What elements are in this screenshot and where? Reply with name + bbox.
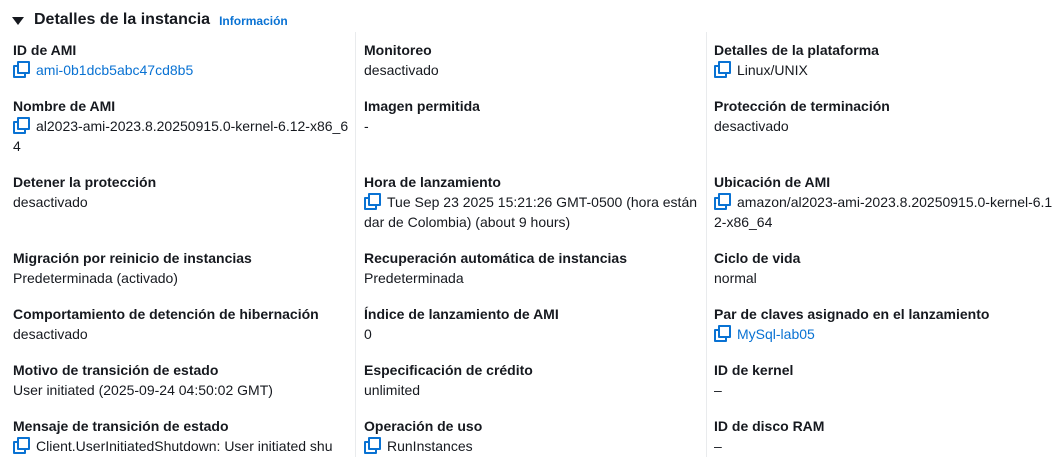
copy-icon[interactable] [364, 193, 381, 210]
field-value: 0 [364, 326, 372, 342]
field-label: Migración por reinicio de instancias [13, 250, 252, 266]
field-value[interactable]: MySql-lab05 [714, 324, 1054, 344]
usage-operation-field: Operación de uso RunInstances [364, 416, 698, 456]
platform-details-field: Detalles de la plataforma Linux/UNIX [714, 40, 1054, 80]
field-value: – [714, 438, 722, 454]
kernel-id-field: ID de kernel – [714, 360, 1054, 400]
platform-value: Linux/UNIX [737, 62, 808, 78]
field-label: Detener la protección [13, 174, 157, 190]
stop-protection-field: Detener la protección desactivado [13, 172, 353, 212]
field-value: Tue Sep 23 2025 15:21:26 GMT-0500 (hora … [364, 192, 698, 232]
lifecycle-field: Ciclo de vida normal [714, 248, 1054, 288]
usage-operation-value: RunInstances [387, 438, 473, 454]
auto-recovery-field: Recuperación automática de instancias Pr… [364, 248, 698, 288]
field-label: Par de claves asignado en el lanzamiento [714, 306, 990, 322]
ami-location-field: Ubicación de AMI amazon/al2023-ami-2023.… [714, 172, 1054, 232]
state-transition-reason-field: Motivo de transición de estado User init… [13, 360, 353, 400]
hibernation-behavior-field: Comportamiento de detención de hibernaci… [13, 304, 353, 344]
field-value: desactivado [714, 118, 789, 134]
copy-icon[interactable] [714, 193, 731, 210]
reboot-migration-field: Migración por reinicio de instancias Pre… [13, 248, 353, 288]
copy-icon[interactable] [13, 61, 30, 78]
copy-icon[interactable] [13, 437, 30, 454]
copy-icon[interactable] [13, 117, 30, 134]
state-transition-message-field: Mensaje de transición de estado Client.U… [13, 416, 353, 456]
field-label: ID de AMI [13, 42, 77, 58]
ramdisk-id-field: ID de disco RAM – [714, 416, 1054, 456]
field-value: User initiated (2025-09-24 04:50:02 GMT) [13, 382, 273, 398]
ami-name-field: Nombre de AMI al2023-ami-2023.8.20250915… [13, 96, 353, 156]
copy-icon[interactable] [714, 61, 731, 78]
caret-down-icon[interactable] [12, 16, 24, 25]
field-value: desactivado [364, 62, 439, 78]
field-value: - [364, 118, 369, 134]
key-pair-link[interactable]: MySql-lab05 [737, 326, 815, 342]
field-value: normal [714, 270, 757, 286]
credit-specification-field: Especificación de crédito unlimited [364, 360, 698, 400]
ami-location-value: amazon/al2023-ami-2023.8.20250915.0-kern… [714, 194, 1053, 230]
ami-id-link[interactable]: ami-0b1dcb5abc47cd8b5 [36, 62, 193, 78]
state-message-value: Client.UserInitiatedShutdown: User initi… [36, 438, 333, 454]
field-value: al2023-ami-2023.8.20250915.0-kernel-6.12… [13, 116, 353, 156]
field-label: ID de disco RAM [714, 418, 825, 434]
field-label: Hora de lanzamiento [364, 174, 501, 190]
field-label: Comportamiento de detención de hibernaci… [13, 306, 319, 322]
field-value[interactable]: ami-0b1dcb5abc47cd8b5 [13, 60, 353, 80]
field-label: ID de kernel [714, 362, 794, 378]
ami-launch-index-field: Índice de lanzamiento de AMI 0 [364, 304, 698, 344]
field-value: amazon/al2023-ami-2023.8.20250915.0-kern… [714, 192, 1054, 232]
field-label: Nombre de AMI [13, 98, 116, 114]
field-label: Monitoreo [364, 42, 432, 58]
field-value: – [714, 382, 722, 398]
field-label: Detalles de la plataforma [714, 42, 879, 58]
field-value: Predeterminada (activado) [13, 270, 178, 286]
column-divider [706, 32, 707, 457]
column-divider [355, 32, 356, 457]
field-label: Ubicación de AMI [714, 174, 831, 190]
field-value: Client.UserInitiatedShutdown: User initi… [13, 436, 353, 456]
monitoring-field: Monitoreo desactivado [364, 40, 698, 80]
field-label: Recuperación automática de instancias [364, 250, 627, 266]
field-value: RunInstances [364, 436, 698, 456]
field-value: Predeterminada [364, 270, 464, 286]
launch-time-field: Hora de lanzamiento Tue Sep 23 2025 15:2… [364, 172, 698, 232]
section-title: Detalles de la instancia [34, 11, 211, 28]
field-value: Linux/UNIX [714, 60, 1054, 80]
ami-id-field: ID de AMI ami-0b1dcb5abc47cd8b5 [13, 40, 353, 80]
field-label: Índice de lanzamiento de AMI [364, 306, 559, 322]
field-value: desactivado [13, 194, 88, 210]
field-label: Imagen permitida [364, 98, 480, 114]
field-label: Motivo de transición de estado [13, 362, 219, 378]
field-value: desactivado [13, 326, 88, 342]
launch-time-value: Tue Sep 23 2025 15:21:26 GMT-0500 (hora … [364, 194, 698, 230]
ami-name-value: al2023-ami-2023.8.20250915.0-kernel-6.12… [13, 118, 349, 154]
field-label: Operación de uso [364, 418, 483, 434]
key-pair-field: Par de claves asignado en el lanzamiento… [714, 304, 1054, 344]
section-header: Detalles de la instancia Información [12, 9, 288, 31]
info-link[interactable]: Información [219, 14, 288, 28]
field-value: unlimited [364, 382, 421, 398]
termination-protection-field: Protección de terminación desactivado [714, 96, 1054, 136]
field-label: Protección de terminación [714, 98, 890, 114]
field-label: Especificación de crédito [364, 362, 533, 378]
copy-icon[interactable] [714, 325, 731, 342]
field-label: Ciclo de vida [714, 250, 801, 266]
copy-icon[interactable] [364, 437, 381, 454]
field-label: Mensaje de transición de estado [13, 418, 229, 434]
allowed-image-field: Imagen permitida - [364, 96, 698, 136]
